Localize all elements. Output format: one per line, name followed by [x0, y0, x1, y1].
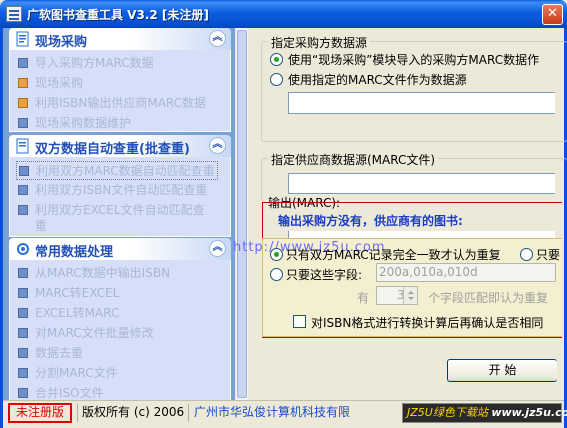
group-header-common-data[interactable]: 常用数据处理 ︽ — [9, 238, 231, 260]
field-count-stepper[interactable]: 3 — [376, 286, 418, 305]
radio-match-some[interactable] — [520, 248, 533, 261]
output-headline: 输出采购方没有，供应商有的图书: — [278, 214, 463, 228]
group-title: 现场采购 — [35, 35, 88, 50]
group-header-batch-dedupe[interactable]: 双方数据自动查重(批查重) ︽ — [9, 135, 231, 157]
window-title: 广软图书查重工具 V3.2 [未注册] — [27, 8, 209, 22]
close-button[interactable]: ✕ — [542, 4, 563, 25]
copyright-text: 版权所有 (c) 2006 — [82, 405, 185, 419]
grid-icon — [18, 308, 28, 318]
grid-icon — [18, 118, 28, 128]
sidebar-scroll-thumb[interactable] — [237, 30, 247, 398]
radio-onsite-module-data[interactable] — [270, 53, 283, 66]
purchaser-source-title: 指定采购方数据源 — [268, 34, 371, 51]
sidebar-item-excel-auto-match[interactable]: 利用双方EXCEL文件自动匹配查 — [18, 201, 205, 218]
sidebar-item-export-isbn[interactable]: 从MARC数据中输出ISBN — [18, 264, 170, 281]
gear-icon — [17, 243, 29, 255]
sidebar-item-merge-iso[interactable]: 合并ISO文件 — [18, 384, 104, 400]
option-match-all: 只有双方MARC记录完全一致才认为重复 — [286, 248, 501, 262]
grid-icon — [18, 388, 28, 398]
have-label: 有 — [357, 291, 370, 305]
isbn-convert-checkbox[interactable] — [293, 315, 306, 328]
company-link[interactable]: 广州市华弘俊计算机科技有限 — [194, 403, 350, 423]
sidebar-item-import-purchaser-marc[interactable]: 导入采购方MARC数据 — [18, 54, 154, 71]
grid-icon — [18, 348, 28, 358]
grid-icon — [18, 268, 28, 278]
supplier-source-title: 指定供应商数据源(MARC文件) — [268, 151, 439, 168]
sidebar-item-batch-modify-marc[interactable]: 对MARC文件批量修改 — [18, 324, 154, 341]
unregistered-badge[interactable]: 未注册版 — [8, 403, 72, 423]
barcode-01-icon — [18, 98, 28, 108]
grid-icon — [18, 328, 28, 338]
group-body-onsite-purchase: 导入采购方MARC数据 现场采购 利用ISBN输出供应商MARC数据 现场采购数… — [9, 50, 231, 132]
option-onsite-module-data: 使用“现场采购”模块导入的采购方MARC数据作 — [288, 53, 540, 67]
document-icon — [16, 31, 29, 47]
group-body-batch-dedupe: 利用双方MARC数据自动匹配查重 利用双方ISBN文件自动匹配查重 利用双方EX… — [9, 157, 231, 237]
option-marc-file-source: 使用指定的MARC文件作为数据源 — [288, 73, 467, 87]
sidebar-item-onsite-data-maintenance[interactable]: 现场采购数据维护 — [18, 114, 131, 131]
option-match-fields: 只要这些字段: — [286, 268, 363, 282]
collapse-icon[interactable]: ︽ — [209, 240, 226, 257]
status-separator — [77, 404, 78, 422]
title-bar[interactable]: 广软图书查重工具 V3.2 [未注册] ✕ — [0, 0, 567, 28]
option-match-some-truncated: 只要 — [536, 248, 561, 262]
group-body-common-data: 从MARC数据中输出ISBN MARC转EXCEL EXCEL转MARC 对MA… — [9, 260, 231, 400]
sidebar-item-marc-auto-match[interactable]: 利用双方MARC数据自动匹配查重 — [16, 161, 218, 180]
task-pane: 现场采购 ︽ 导入采购方MARC数据 现场采购 利用ISBN输出供应商MARC数… — [3, 28, 235, 400]
sidebar-item-onsite-purchase[interactable]: 现场采购 — [18, 74, 83, 91]
grid-icon — [18, 185, 28, 195]
group-title: 常用数据处理 — [35, 245, 114, 260]
download-site-badge: JZ5U绿色下载站 www.jz5u.com — [402, 403, 567, 423]
sidebar-item-isbn-export-supplier-marc[interactable]: 利用ISBN输出供应商MARC数据 — [18, 94, 206, 111]
badge-brand: JZ5U绿色下载站 — [407, 406, 488, 419]
group-header-onsite-purchase[interactable]: 现场采购 ︽ — [9, 28, 231, 50]
fields-input[interactable]: 200a,010a,010d — [376, 263, 556, 282]
sidebar-item-dedupe-data[interactable]: 数据去重 — [18, 344, 83, 361]
grid-icon — [18, 205, 28, 215]
app-icon — [6, 6, 22, 22]
grid-icon — [18, 58, 28, 68]
radio-marc-file-source[interactable] — [270, 73, 283, 86]
sidebar-item-marc-to-excel[interactable]: MARC转EXCEL — [18, 284, 119, 301]
collapse-icon[interactable]: ︽ — [209, 137, 226, 154]
purchaser-marc-file-input[interactable] — [288, 92, 555, 114]
badge-url: www.jz5u.com — [491, 406, 567, 419]
sidebar-item-split-marc[interactable]: 分割MARC文件 — [18, 364, 118, 381]
sidebar-item-excel-auto-match-wrap[interactable]: 重 — [35, 217, 47, 234]
supplier-marc-file-input[interactable] — [288, 173, 555, 194]
grid-icon — [18, 368, 28, 378]
stepper-buttons[interactable] — [403, 287, 417, 304]
radio-match-all[interactable] — [270, 248, 283, 261]
fields-value: 200a,010a,010d — [379, 265, 478, 279]
field-count-suffix: 个字段匹配即认为重复 — [428, 291, 549, 305]
sidebar-item-excel-to-marc[interactable]: EXCEL转MARC — [18, 304, 119, 321]
document-icon — [16, 138, 29, 154]
grid-icon — [19, 166, 29, 176]
start-button[interactable]: 开 始 — [447, 359, 557, 382]
group-title: 双方数据自动查重(批查重) — [35, 142, 190, 157]
stepper-arrows-icon — [408, 291, 414, 300]
status-separator — [188, 404, 189, 422]
collapse-icon[interactable]: ︽ — [209, 30, 226, 47]
isbn-convert-label: 对ISBN格式进行转换计算后再确认是否相同 — [311, 316, 544, 330]
grid-icon — [18, 288, 28, 298]
sidebar-item-isbn-auto-match[interactable]: 利用双方ISBN文件自动匹配查重 — [18, 181, 207, 198]
barcode-01-icon — [18, 78, 28, 88]
radio-match-fields[interactable] — [270, 268, 283, 281]
